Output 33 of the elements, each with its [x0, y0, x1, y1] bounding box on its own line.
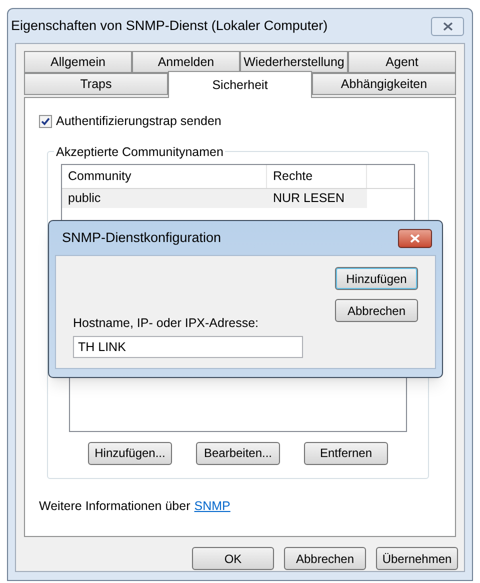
snmp-link[interactable]: SNMP — [194, 496, 230, 516]
checkbox-label: Authentifizierungstrap senden — [56, 113, 222, 130]
close-icon — [442, 22, 452, 30]
close-button[interactable] — [431, 16, 464, 36]
column-header[interactable]: Community — [62, 164, 267, 188]
tab[interactable]: Traps — [24, 73, 168, 95]
hostname-input[interactable]: TH LINK — [73, 336, 303, 358]
field-label: Hostname, IP- oder IPX-Adresse: — [73, 315, 260, 332]
tab[interactable]: Allgemein — [24, 51, 132, 73]
table-cell-text: NUR LESEN — [272, 190, 346, 207]
checkmark-icon — [41, 116, 50, 126]
table-cell-text: public — [67, 190, 102, 207]
close-icon — [410, 234, 420, 242]
action-button[interactable]: Entfernen — [304, 442, 388, 465]
dialog-action-button[interactable]: Hinzufügen — [335, 267, 418, 290]
table-row[interactable]: public NUR LESEN — [62, 188, 367, 208]
tab[interactable]: Anmelden — [132, 51, 240, 73]
dialog-button[interactable]: Übernehmen — [376, 547, 458, 570]
tab[interactable]: Abhängigkeiten — [312, 73, 456, 95]
dialog-title: SNMP-Dienstkonfiguration — [62, 228, 222, 247]
window-title: Eigenschaften von SNMP-Dienst (Lokaler Computer) — [11, 16, 329, 35]
dialog-action-button[interactable]: Abbrechen — [335, 299, 418, 322]
action-button[interactable]: Hinzufügen... — [88, 442, 172, 465]
dialog-button[interactable]: OK — [192, 547, 274, 570]
close-button[interactable] — [398, 228, 432, 248]
checkbox[interactable] — [39, 114, 52, 128]
tab[interactable]: Wiederherstellung — [240, 51, 348, 73]
tab[interactable]: Sicherheit — [168, 71, 312, 98]
action-button[interactable]: Bearbeiten... — [196, 442, 280, 465]
info-text: Weitere Informationen über — [39, 498, 190, 515]
column-header[interactable]: Rechte — [267, 164, 367, 188]
dialog-button[interactable]: Abbrechen — [284, 547, 366, 570]
tab[interactable]: Agent — [348, 51, 456, 73]
